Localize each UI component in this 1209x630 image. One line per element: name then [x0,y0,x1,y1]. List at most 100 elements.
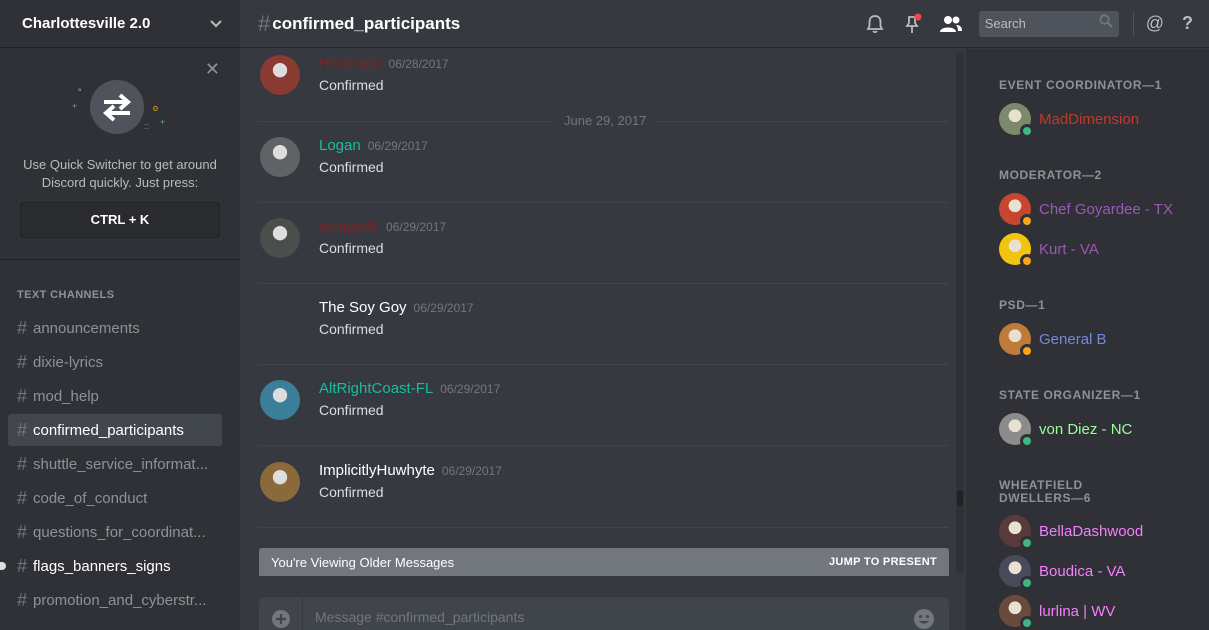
message-divider [258,202,948,203]
channel-label: mod_help [33,387,99,405]
message-timestamp: 06/29/2017 [386,220,447,234]
message-text: Confirmed [319,77,384,93]
header-divider [1132,11,1134,36]
scrollbar-thumb[interactable] [957,490,963,506]
close-icon[interactable]: ✕ [205,60,220,78]
member-item[interactable]: MadDimension [999,99,1139,139]
avatar[interactable] [260,137,300,177]
message-author[interactable]: The Soy Goy [319,299,407,316]
sparkle-icon: :: [144,121,150,131]
hash-icon: # [258,10,271,36]
mention-icon[interactable]: @ [1146,13,1164,34]
pin-icon[interactable] [901,12,925,36]
status-indicator [1020,124,1034,138]
server-name: Charlottesville 2.0 [22,15,151,32]
members-icon[interactable] [939,12,963,36]
avatar[interactable] [260,218,300,258]
quick-switcher-illustration: + ° o + :: [60,74,180,144]
message-header: The Soy Goy 06/29/2017 [319,299,474,319]
channel-label: questions_for_coordinat... [33,523,206,541]
chat-header: # confirmed_participants @ ? [240,0,1209,48]
bell-icon[interactable] [863,12,887,36]
message-divider [258,364,948,365]
add-attachment-icon[interactable] [259,597,303,630]
message-author[interactable]: tscags88 [319,218,379,235]
message-header: AltRightCoast-FL 06/29/2017 [319,380,500,400]
status-indicator [1020,214,1034,228]
swap-arrows-icon [90,80,144,134]
message-author[interactable]: ImplicitlyHuwhyte [319,462,435,479]
message-text: Confirmed [319,159,384,175]
avatar[interactable] [260,55,300,95]
status-indicator [1020,616,1034,630]
message-list: Hardrada 06/28/2017 Confirmed Logan 06/29/20… [240,49,966,579]
member-item[interactable]: von Diez - NC [999,409,1132,449]
message-timestamp: 06/29/2017 [367,139,428,153]
shortcut-button[interactable]: CTRL + K [20,202,220,238]
search-icon[interactable] [1099,14,1113,33]
member-item[interactable]: lurlina | WV [999,591,1115,630]
member-item[interactable]: Kurt - VA [999,229,1099,269]
channel-label: dixie-lyrics [33,353,104,371]
message-timestamp: 06/29/2017 [440,382,501,396]
unread-indicator [0,562,6,570]
member-item[interactable]: BellaDashwood [999,511,1143,551]
hash-icon: # [16,487,27,508]
avatar[interactable] [999,103,1034,138]
sparkle-icon: ° [78,87,82,97]
avatar[interactable] [999,595,1034,630]
status-indicator [1020,536,1034,550]
message-author[interactable]: AltRightCoast-FL [319,380,433,397]
member-item[interactable]: Chef Goyardee - TX [999,189,1173,229]
message-input[interactable] [303,597,907,630]
member-item[interactable]: General B [999,319,1107,359]
channel-item[interactable]: # announcements [8,312,222,344]
help-icon[interactable]: ? [1182,13,1193,34]
avatar[interactable] [999,193,1034,228]
emoji-icon[interactable] [907,597,941,630]
channel-item[interactable]: # mod_help [8,380,222,412]
chevron-down-icon[interactable] [210,16,222,31]
date-divider-label: June 29, 2017 [554,113,657,128]
message-author[interactable]: Hardrada [319,55,382,72]
avatar[interactable] [999,515,1034,550]
avatar[interactable] [999,233,1034,268]
avatar[interactable] [999,323,1034,358]
channel-item[interactable]: # flags_banners_signs [0,550,222,582]
channel-item[interactable]: # confirmed_participants [8,414,222,446]
hash-icon: # [16,453,27,474]
hash-icon: # [16,589,27,610]
message-timestamp: 06/28/2017 [388,57,449,71]
avatar[interactable] [260,380,300,420]
channel-item[interactable]: # promotion_and_cyberstr... [8,584,222,616]
channel-item[interactable]: # questions_for_coordinat... [8,516,222,548]
channel-title: confirmed_participants [272,13,461,33]
role-heading: MODERATOR—2 [999,168,1102,182]
member-name: General B [1039,330,1107,348]
channel-item[interactable]: # code_of_conduct [8,482,222,514]
server-header[interactable]: Charlottesville 2.0 [0,0,240,48]
date-divider: June 29, 2017 [258,113,948,128]
search-field[interactable] [978,10,1119,37]
channel-item[interactable]: # dixie-lyrics [8,346,222,378]
older-messages-banner[interactable]: You're Viewing Older Messages JUMP TO PR… [259,548,949,576]
hash-icon: # [16,419,27,440]
member-name: lurlina | WV [1039,602,1116,620]
member-name: Kurt - VA [1039,240,1099,258]
search-input[interactable] [984,16,1099,31]
hash-icon: # [16,555,27,576]
message-divider [258,283,948,284]
member-name: von Diez - NC [1039,420,1133,438]
jump-to-present-button[interactable]: JUMP TO PRESENT [829,556,937,568]
message-scrollbar[interactable] [956,52,964,574]
avatar[interactable] [999,555,1034,590]
role-heading: PSD—1 [999,298,1046,312]
member-item[interactable]: Boudica - VA [999,551,1125,591]
channel-label: promotion_and_cyberstr... [33,591,207,609]
channel-item[interactable]: # shuttle_service_informat... [8,448,222,480]
avatar[interactable] [999,413,1034,448]
avatar[interactable] [260,462,300,502]
older-messages-text: You're Viewing Older Messages [271,554,455,570]
message-author[interactable]: Logan [319,137,361,154]
channel-category[interactable]: TEXT CHANNELS [0,286,240,304]
